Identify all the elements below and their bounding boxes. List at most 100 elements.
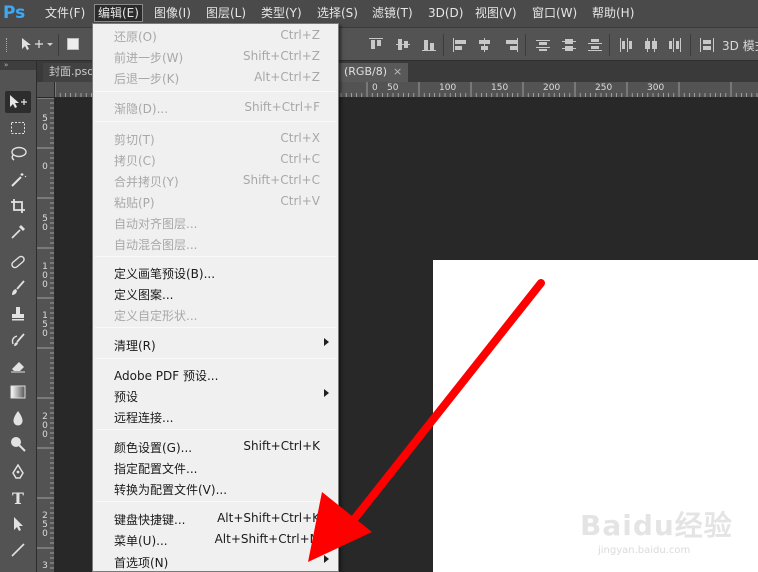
menu-select[interactable]: 选择(S) — [314, 4, 361, 22]
distribute-horizontal-centers-icon[interactable] — [643, 38, 659, 52]
dodge-icon[interactable] — [5, 433, 31, 455]
menu-item-fade[interactable]: 渐隐(D)... Shift+Ctrl+F — [93, 97, 338, 118]
eraser-icon[interactable] — [5, 355, 31, 377]
menu-item-cut[interactable]: 剪切(T) Ctrl+X — [93, 128, 338, 149]
menu-item-label: 定义图案... — [114, 288, 174, 302]
menu-item-label: 颜色设置(G)... — [114, 441, 193, 455]
baidu-watermark: Baidu经验 jingyan.baidu.com — [580, 500, 750, 565]
align-right-edges-icon[interactable] — [503, 38, 519, 52]
menu-item-define-brush-preset[interactable]: 定义画笔预设(B)... — [93, 262, 338, 283]
menu-item-shortcut: Alt+Shift+Ctrl+M — [214, 532, 320, 546]
close-icon[interactable]: × — [393, 65, 402, 78]
menu-item-label: 指定配置文件... — [114, 462, 198, 476]
edit-menu-dropdown: 还原(O) Ctrl+Z 前进一步(W) Shift+Ctrl+Z 后退一步(K) A… — [92, 23, 339, 572]
watermark-url: jingyan.baidu.com — [598, 545, 691, 556]
menu-window[interactable]: 窗口(W) — [529, 4, 580, 22]
ruler-origin[interactable] — [37, 82, 55, 98]
align-bottom-edges-icon[interactable] — [421, 38, 437, 52]
divider — [443, 34, 444, 56]
menu-item-preferences[interactable]: 首选项(N) — [93, 551, 338, 572]
menu-item-color-settings[interactable]: 颜色设置(G)... Shift+Ctrl+K — [93, 436, 338, 457]
menu-item-label: 自动混合图层... — [114, 238, 198, 252]
spot-healing-brush-icon[interactable] — [5, 251, 31, 273]
crop-icon[interactable] — [5, 195, 31, 217]
distribute-top-icon[interactable] — [535, 38, 551, 52]
clone-stamp-icon[interactable] — [5, 303, 31, 325]
menu-item-adobe-pdf-presets[interactable]: Adobe PDF 预设... — [93, 364, 338, 385]
menu-type[interactable]: 类型(Y) — [258, 4, 305, 22]
menu-item-auto-blend-layers[interactable]: 自动混合图层... — [93, 233, 338, 254]
menu-layer[interactable]: 图层(L) — [203, 4, 249, 22]
auto-align-layers-icon[interactable] — [699, 38, 715, 52]
menu-item-label: 拷贝(C) — [114, 154, 156, 168]
distribute-right-icon[interactable] — [668, 38, 684, 52]
distribute-vertical-centers-icon[interactable] — [561, 38, 577, 52]
menu-3d[interactable]: 3D(D) — [425, 4, 466, 22]
menu-item-shortcut: Ctrl+X — [280, 131, 320, 145]
menu-separator — [95, 501, 336, 502]
distribute-bottom-icon[interactable] — [587, 38, 603, 52]
divider — [690, 34, 691, 56]
menu-item-step-forward[interactable]: 前进一步(W) Shift+Ctrl+Z — [93, 46, 338, 67]
menu-item-copy-merged[interactable]: 合并拷贝(Y) Shift+Ctrl+C — [93, 170, 338, 191]
menu-separator — [95, 256, 336, 257]
menu-item-presets[interactable]: 预设 — [93, 385, 338, 406]
lasso-icon[interactable] — [5, 143, 31, 165]
menu-item-shortcut: Ctrl+Z — [280, 28, 320, 42]
menu-edit[interactable]: 编辑(E) — [94, 4, 143, 22]
photoshop-logo: Ps — [3, 3, 26, 23]
menu-item-label: 剪切(T) — [114, 133, 155, 147]
ruler-label: 50 — [387, 83, 399, 93]
menu-item-shortcut: Shift+Ctrl+F — [244, 100, 320, 114]
divider — [58, 34, 59, 56]
align-left-edges-icon[interactable] — [452, 38, 468, 52]
type-tool-icon[interactable]: T — [5, 487, 31, 509]
line-tool-icon[interactable] — [5, 539, 31, 561]
menu-image[interactable]: 图像(I) — [151, 4, 194, 22]
menu-item-step-backward[interactable]: 后退一步(K) Alt+Ctrl+Z — [93, 67, 338, 88]
menu-item-menus[interactable]: 菜单(U)... Alt+Shift+Ctrl+M — [93, 529, 338, 550]
menu-item-label: 后退一步(K) — [114, 72, 180, 86]
vertical-ruler[interactable]: 5 0 0 5 0 1 0 0 1 5 0 2 0 0 2 5 0 3 — [37, 98, 55, 572]
rectangular-marquee-icon[interactable] — [5, 117, 31, 139]
menu-item-paste[interactable]: 粘贴(P) Ctrl+V — [93, 191, 338, 212]
blur-icon[interactable] — [5, 407, 31, 429]
menu-item-copy[interactable]: 拷贝(C) Ctrl+C — [93, 149, 338, 170]
align-vertical-centers-icon[interactable] — [395, 38, 411, 52]
pen-icon[interactable] — [5, 461, 31, 483]
menu-item-keyboard-shortcuts[interactable]: 键盘快捷键... Alt+Shift+Ctrl+K — [93, 508, 338, 529]
eyedropper-icon[interactable] — [5, 221, 31, 243]
menu-item-remote-connections[interactable]: 远程连接... — [93, 406, 338, 427]
menu-item-define-custom-shape[interactable]: 定义自定形状... — [93, 304, 338, 325]
menu-item-undo[interactable]: 还原(O) Ctrl+Z — [93, 25, 338, 46]
menu-item-convert-to-profile[interactable]: 转换为配置文件(V)... — [93, 478, 338, 499]
menu-item-label: 键盘快捷键... — [114, 513, 186, 527]
gradient-icon[interactable] — [5, 381, 31, 403]
divider — [525, 34, 526, 56]
menu-separator — [95, 429, 336, 430]
move-tool-icon[interactable] — [20, 37, 46, 51]
path-selection-icon[interactable] — [5, 513, 31, 535]
menu-filter[interactable]: 滤镜(T) — [369, 4, 416, 22]
brush-icon[interactable] — [5, 277, 31, 299]
chevron-down-icon[interactable] — [46, 37, 54, 51]
tab-active-document[interactable]: (RGB/8) × — [338, 63, 409, 82]
align-top-edges-icon[interactable] — [368, 38, 384, 52]
tools-panel: » T — [0, 61, 37, 572]
menu-view[interactable]: 视图(V) — [472, 4, 520, 22]
panel-collapse-icon[interactable]: » — [0, 61, 36, 70]
menu-item-assign-profile[interactable]: 指定配置文件... — [93, 457, 338, 478]
distribute-left-icon[interactable] — [618, 38, 634, 52]
ruler-label: 100 — [439, 83, 457, 93]
menu-item-purge[interactable]: 清理(R) — [93, 334, 338, 355]
grip-icon — [6, 38, 10, 52]
align-horizontal-centers-icon[interactable] — [477, 38, 493, 52]
magic-wand-icon[interactable] — [5, 169, 31, 191]
auto-select-checkbox[interactable] — [67, 38, 79, 50]
menu-item-auto-align-layers[interactable]: 自动对齐图层... — [93, 212, 338, 233]
menu-item-define-pattern[interactable]: 定义图案... — [93, 283, 338, 304]
history-brush-icon[interactable] — [5, 329, 31, 351]
menu-file[interactable]: 文件(F) — [42, 4, 88, 22]
move-tool-icon[interactable] — [5, 91, 31, 113]
menu-help[interactable]: 帮助(H) — [589, 4, 637, 22]
